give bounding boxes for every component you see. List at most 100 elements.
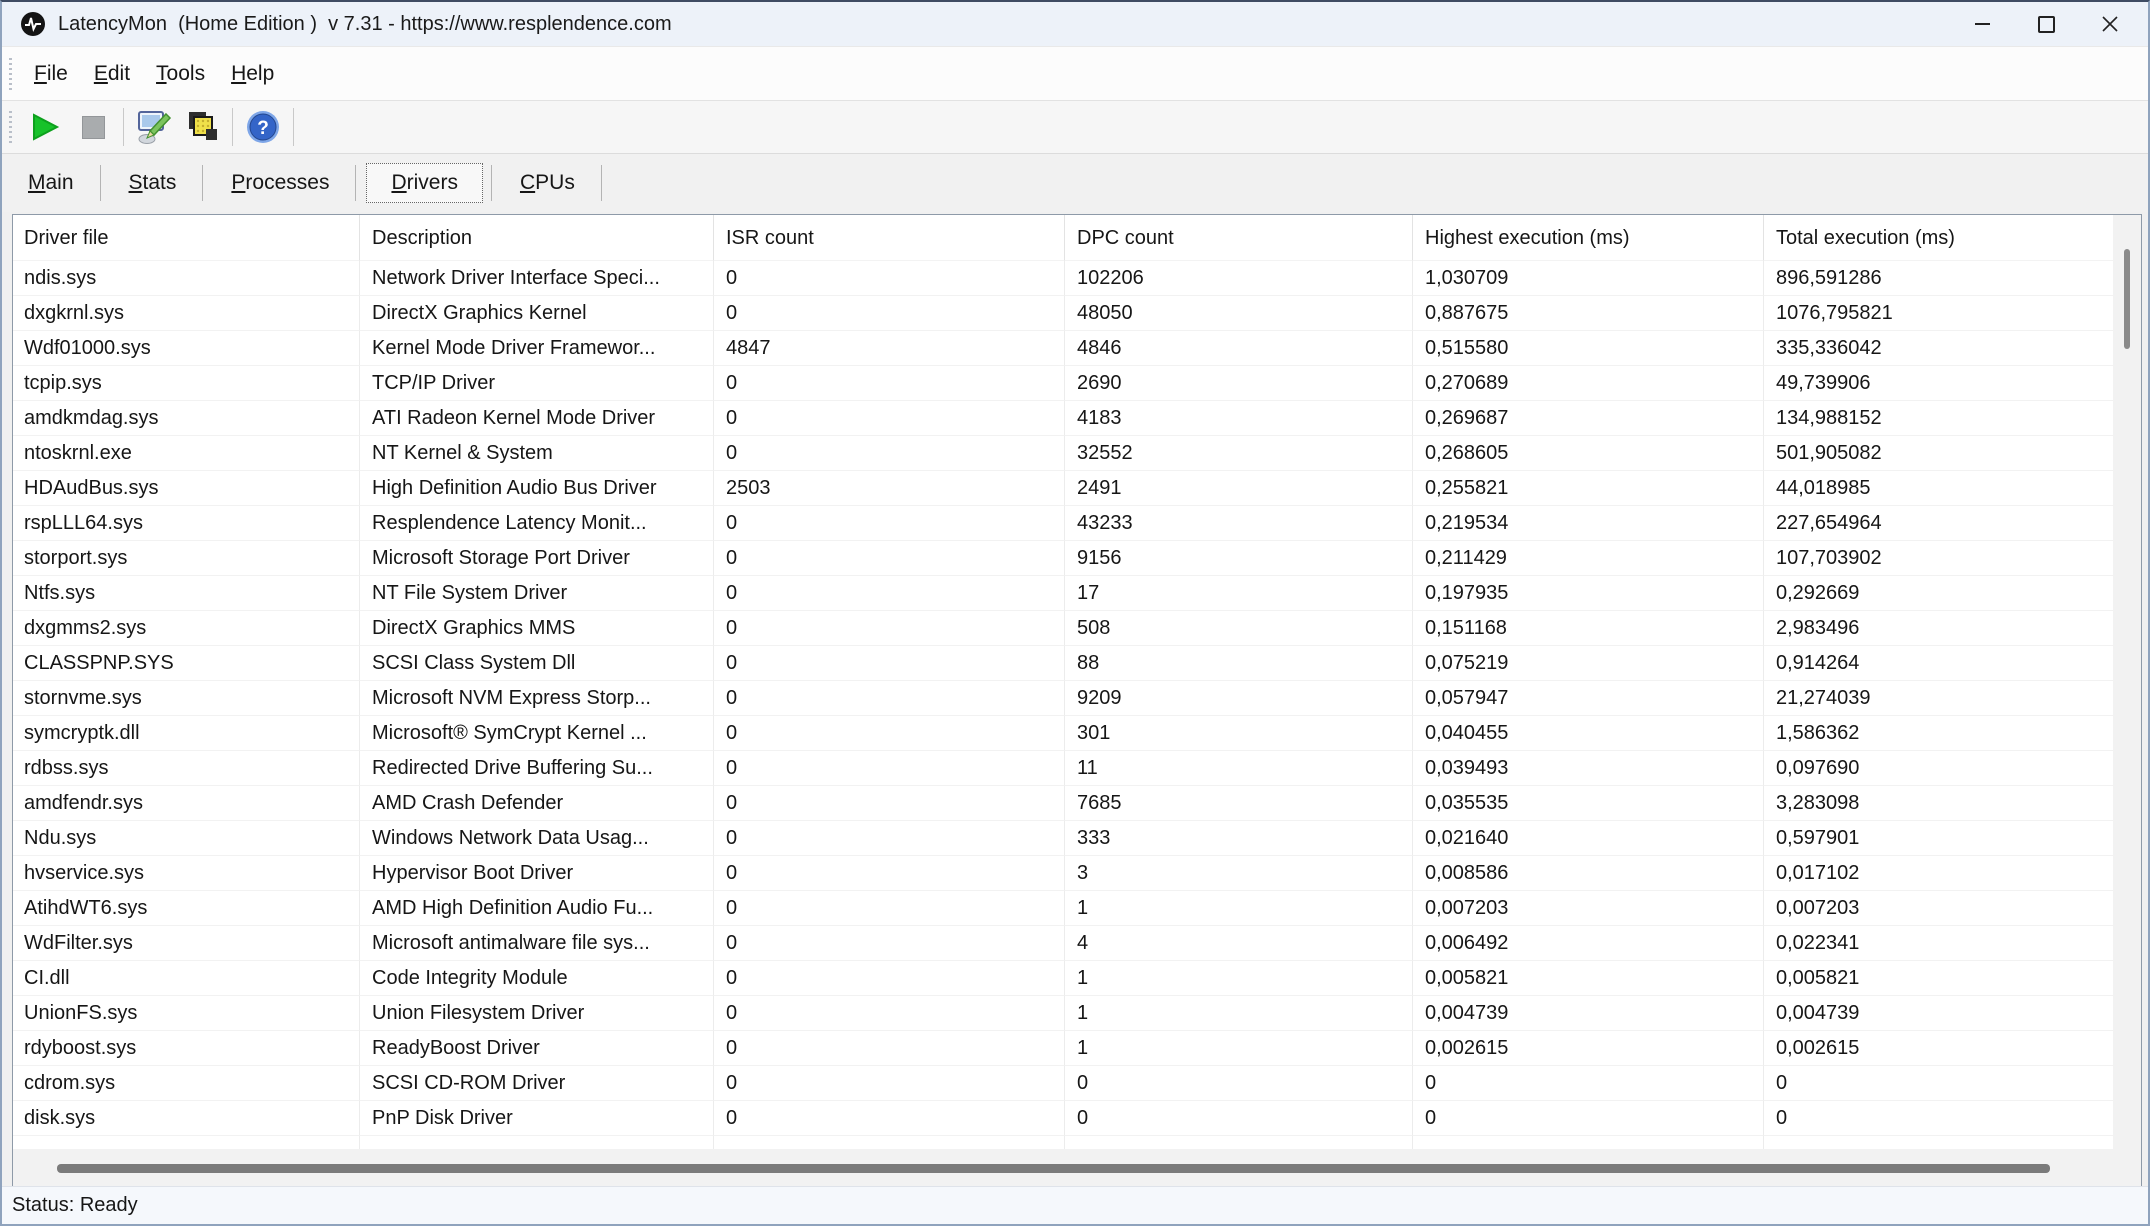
- table-row[interactable]: storport.sys Microsoft Storage Port Driv…: [13, 541, 2113, 576]
- status-bar: Status: Ready: [2, 1186, 2148, 1224]
- column-header-highest-execution[interactable]: Highest execution (ms): [1413, 215, 1764, 261]
- start-monitor-button[interactable]: [21, 105, 69, 149]
- table-row[interactable]: amdfendr.sys AMD Crash Defender 0 7685 0…: [13, 786, 2113, 821]
- cell-dpc-count: 9209: [1065, 681, 1413, 716]
- cell-driver-file: dxgkrnl.sys: [13, 296, 360, 331]
- table-row[interactable]: Ntfs.sys NT File System Driver 0 17 0,19…: [13, 576, 2113, 611]
- table-row[interactable]: stornvme.sys Microsoft NVM Express Storp…: [13, 681, 2113, 716]
- cell-highest-execution: 0,219534: [1413, 506, 1764, 541]
- menu-help[interactable]: Help: [218, 48, 287, 100]
- window-stack-button[interactable]: [178, 105, 226, 149]
- stop-monitor-button[interactable]: [69, 105, 117, 149]
- cell-highest-execution: 0,005821: [1413, 961, 1764, 996]
- tab-main[interactable]: Main: [4, 164, 98, 202]
- play-icon: [30, 112, 60, 142]
- cell-isr-count: 0: [714, 296, 1065, 331]
- table-body: ndis.sys Network Driver Interface Speci.…: [13, 261, 2113, 1149]
- cell-isr-count: 0: [714, 751, 1065, 786]
- column-header-isr-count[interactable]: ISR count: [714, 215, 1065, 261]
- table-row[interactable]: dxgkrnl.sys DirectX Graphics Kernel 0 48…: [13, 296, 2113, 331]
- table-row[interactable]: CI.dll Code Integrity Module 0 1 0,00582…: [13, 961, 2113, 996]
- table-row[interactable]: UnionFS.sys Union Filesystem Driver 0 1 …: [13, 996, 2113, 1031]
- cell-description: High Definition Audio Bus Driver: [360, 471, 714, 506]
- cell-description: AMD Crash Defender: [360, 786, 714, 821]
- tab-separator: [601, 165, 602, 201]
- cell-description: NT File System Driver: [360, 576, 714, 611]
- maximize-button[interactable]: [2014, 2, 2078, 46]
- cell-isr-count: 0: [714, 541, 1065, 576]
- table-row[interactable]: disk.sys PnP Disk Driver 0 0 0 0: [13, 1101, 2113, 1136]
- column-header-dpc-count[interactable]: DPC count: [1065, 215, 1413, 261]
- vertical-scrollbar[interactable]: [2113, 215, 2141, 1149]
- cell-description: DirectX Graphics Kernel: [360, 296, 714, 331]
- table-row[interactable]: ndis.sys Network Driver Interface Speci.…: [13, 261, 2113, 296]
- table-row[interactable]: HDAudBus.sys High Definition Audio Bus D…: [13, 471, 2113, 506]
- cell-driver-file: disk.sys: [13, 1101, 360, 1136]
- table-row[interactable]: hvservice.sys Hypervisor Boot Driver 0 3…: [13, 856, 2113, 891]
- cell-highest-execution: 0,057947: [1413, 681, 1764, 716]
- cell-isr-count: 0: [714, 646, 1065, 681]
- cell-isr-count: 0: [714, 506, 1065, 541]
- cell-dpc-count: 4: [1065, 926, 1413, 961]
- column-header-total-execution[interactable]: Total execution (ms): [1764, 215, 2113, 261]
- table-row[interactable]: rspLLL64.sys Resplendence Latency Monit.…: [13, 506, 2113, 541]
- options-button[interactable]: [130, 105, 178, 149]
- tab-separator: [100, 165, 101, 201]
- table-row[interactable]: dxgmms2.sys DirectX Graphics MMS 0 508 0…: [13, 611, 2113, 646]
- column-header-description[interactable]: Description: [360, 215, 714, 261]
- cell-dpc-count: 1: [1065, 1031, 1413, 1066]
- table-row[interactable]: symcryptk.dll Microsoft® SymCrypt Kernel…: [13, 716, 2113, 751]
- vertical-scrollbar-thumb[interactable]: [2124, 249, 2130, 349]
- cell-total-execution: 49,739906: [1764, 366, 2113, 401]
- table-header: Driver file Description ISR count DPC co…: [13, 215, 2141, 261]
- cell-total-execution: 0,292669: [1764, 576, 2113, 611]
- table-row[interactable]: AtihdWT6.sys AMD High Definition Audio F…: [13, 891, 2113, 926]
- toolbar-separator: [293, 108, 294, 146]
- cell-driver-file: stornvme.sys: [13, 681, 360, 716]
- cell-dpc-count: 2690: [1065, 366, 1413, 401]
- horizontal-scrollbar[interactable]: [13, 1149, 2141, 1187]
- table-row[interactable]: WdFilter.sys Microsoft antimalware file …: [13, 926, 2113, 961]
- cell-description: Code Integrity Module: [360, 961, 714, 996]
- close-button[interactable]: [2078, 2, 2142, 46]
- tab-processes[interactable]: Processes: [207, 164, 353, 202]
- cell-description: Network Driver Interface Speci...: [360, 261, 714, 296]
- cell-total-execution: 21,274039: [1764, 681, 2113, 716]
- column-header-driver-file[interactable]: Driver file: [13, 215, 360, 261]
- table-row[interactable]: ntoskrnl.exe NT Kernel & System 0 32552 …: [13, 436, 2113, 471]
- cell-total-execution: 3,283098: [1764, 786, 2113, 821]
- close-icon: [2102, 16, 2118, 32]
- cell-dpc-count: 1: [1065, 996, 1413, 1031]
- tab-stats[interactable]: Stats: [105, 164, 201, 202]
- table-row[interactable]: rdbss.sys Redirected Drive Buffering Su.…: [13, 751, 2113, 786]
- table-row[interactable]: [13, 1136, 2113, 1149]
- toolbar-gripper[interactable]: [9, 111, 12, 143]
- cell-highest-execution: 0: [1413, 1066, 1764, 1101]
- table-row[interactable]: cdrom.sys SCSI CD-ROM Driver 0 0 0 0: [13, 1066, 2113, 1101]
- cell-driver-file: hvservice.sys: [13, 856, 360, 891]
- menu-edit[interactable]: Edit: [81, 48, 143, 100]
- cell-dpc-count: 4183: [1065, 401, 1413, 436]
- minimize-button[interactable]: [1950, 2, 2014, 46]
- cell-dpc-count: [1065, 1136, 1413, 1149]
- tab-drivers[interactable]: Drivers: [366, 163, 483, 203]
- maximize-icon: [2038, 16, 2055, 33]
- table-row[interactable]: amdkmdag.sys ATI Radeon Kernel Mode Driv…: [13, 401, 2113, 436]
- menu-gripper[interactable]: [9, 58, 12, 90]
- help-button[interactable]: ?: [239, 105, 287, 149]
- horizontal-scrollbar-thumb[interactable]: [57, 1164, 2050, 1173]
- cell-description: Kernel Mode Driver Framewor...: [360, 331, 714, 366]
- table-row[interactable]: Wdf01000.sys Kernel Mode Driver Framewor…: [13, 331, 2113, 366]
- table-row[interactable]: rdyboost.sys ReadyBoost Driver 0 1 0,002…: [13, 1031, 2113, 1066]
- menu-file[interactable]: File: [21, 48, 81, 100]
- cell-highest-execution: 0,002615: [1413, 1031, 1764, 1066]
- cell-description: ATI Radeon Kernel Mode Driver: [360, 401, 714, 436]
- table-row[interactable]: tcpip.sys TCP/IP Driver 0 2690 0,270689 …: [13, 366, 2113, 401]
- table-row[interactable]: CLASSPNP.SYS SCSI Class System Dll 0 88 …: [13, 646, 2113, 681]
- window-stack-icon: [184, 109, 220, 145]
- table-row[interactable]: Ndu.sys Windows Network Data Usag... 0 3…: [13, 821, 2113, 856]
- cell-description: Hypervisor Boot Driver: [360, 856, 714, 891]
- cell-total-execution: 0,914264: [1764, 646, 2113, 681]
- tab-cpus[interactable]: CPUs: [496, 164, 599, 202]
- menu-tools[interactable]: Tools: [143, 48, 218, 100]
